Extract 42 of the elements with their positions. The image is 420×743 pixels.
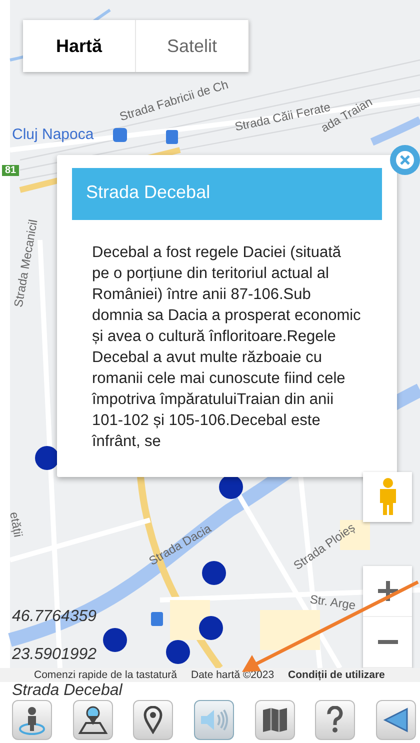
transit-stop-icon <box>151 612 163 626</box>
toolbar-button[interactable] <box>376 700 416 740</box>
map-marker-icon[interactable] <box>103 628 127 652</box>
zoom-out-button[interactable] <box>363 617 412 668</box>
current-street-text: Strada Decebal <box>11 682 124 700</box>
map-type-tab[interactable]: Hartă <box>23 20 136 72</box>
popup-title: Strada Decebal <box>72 168 382 220</box>
toolbar-button[interactable] <box>72 700 113 740</box>
map-marker-icon[interactable] <box>166 640 190 664</box>
map-marker-icon[interactable] <box>219 475 243 499</box>
terms-link[interactable]: Condiții de utilizare <box>288 669 385 681</box>
transit-stop-icon <box>166 130 178 144</box>
latitude-text: 46.7764359 <box>12 608 97 626</box>
close-icon[interactable] <box>389 144 420 176</box>
popup-text: Decebal a fost regele Daciei (situată pe o porțiune din teritoriul actual al României) între anii 87-106.Sub domnia sa Dacia a prosperat economic și avea o cultură înfloritoare.Regele Decebal a avut multe războaie cu romanii cele mai cunoscute fiind cele împotriva împăratuluiTraian din anii 101-102 și 105-106.Decebal este înfrânt, se <box>92 243 362 452</box>
help-icon <box>325 706 346 734</box>
street-label: Str. Arge <box>309 592 357 612</box>
toolbar-button[interactable] <box>254 700 295 740</box>
road-shield: 81 <box>2 165 20 176</box>
speaker-icon <box>198 707 229 733</box>
minus-icon <box>376 639 400 645</box>
map-marker-icon[interactable] <box>202 561 226 585</box>
street-label: Strada Fabricii de Ch <box>118 77 230 124</box>
plus-icon <box>376 579 400 603</box>
location-pin-icon <box>143 706 164 734</box>
place-label: Cluj Napoca <box>12 126 94 143</box>
zoom-in-button[interactable] <box>363 566 412 617</box>
map-type-tab[interactable]: Satelit <box>136 20 249 72</box>
map-pin-icon <box>78 705 108 735</box>
back-icon <box>382 706 410 734</box>
toolbar-button[interactable] <box>12 700 52 740</box>
map-marker-icon[interactable] <box>35 446 59 470</box>
toolbar-button[interactable] <box>315 700 356 740</box>
folded-map-icon <box>260 706 289 734</box>
longitude-text: 23.5901992 <box>12 646 97 664</box>
person-target-icon <box>18 705 46 735</box>
toolbar-button[interactable] <box>133 700 174 740</box>
street-label: Strada Mecanicil <box>11 218 40 308</box>
bus-station-icon <box>113 128 127 142</box>
map-marker-icon[interactable] <box>199 616 223 640</box>
street-label: etății <box>7 510 26 538</box>
keyboard-shortcuts-link[interactable]: Comenzi rapide de la tastatură <box>34 669 177 681</box>
